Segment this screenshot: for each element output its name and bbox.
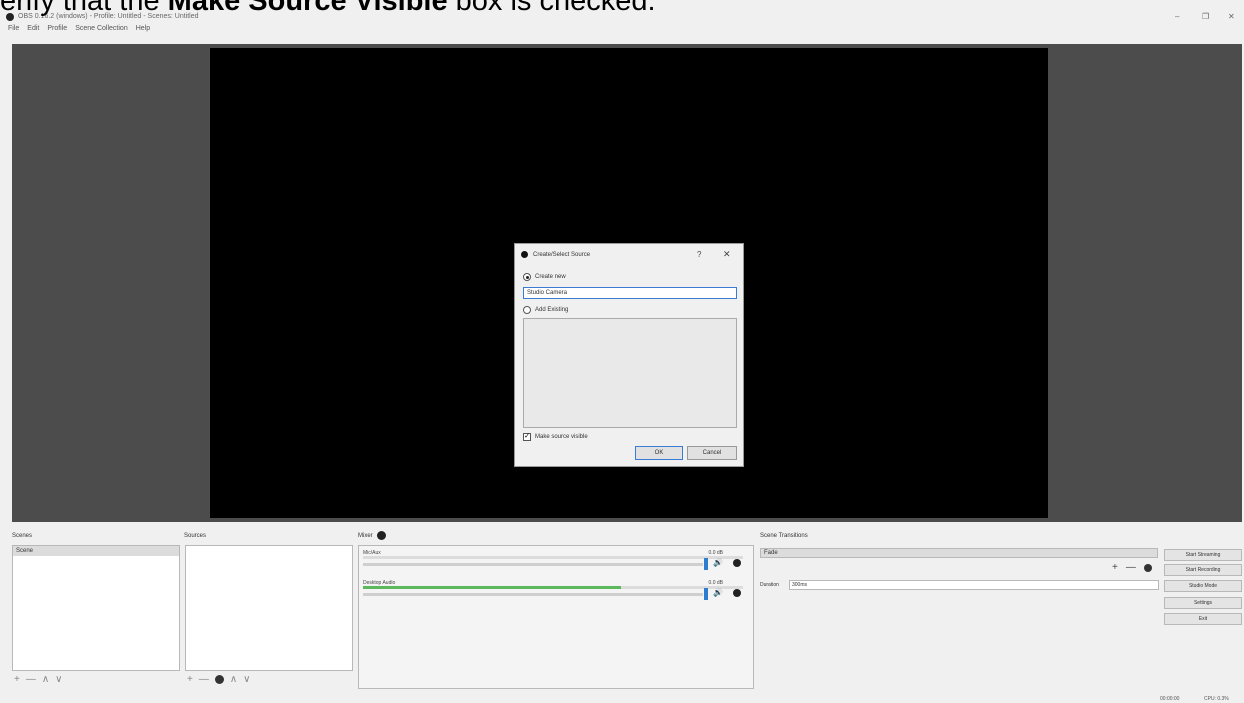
gear-icon[interactable] <box>733 559 741 567</box>
close-window-button[interactable]: ✕ <box>1228 12 1235 21</box>
volume-meter <box>363 556 743 559</box>
audio-mixer: Mic/Aux 0.0 dB 🔊 Desktop Audio 0.0 dB 🔊 <box>358 545 754 689</box>
status-time: 00:00:00 <box>1160 696 1180 702</box>
volume-slider[interactable] <box>363 563 703 566</box>
restore-button[interactable]: ❐ <box>1202 12 1209 21</box>
cancel-button[interactable]: Cancel <box>687 446 737 460</box>
add-scene-button[interactable]: + <box>14 674 20 685</box>
make-source-visible-checkbox[interactable]: ✓ <box>523 433 531 441</box>
volume-meter-fill <box>363 586 622 589</box>
caption-suffix: box is checked. <box>447 0 656 17</box>
source-properties-icon[interactable] <box>214 674 224 684</box>
move-scene-down-button[interactable]: ∨ <box>55 674 62 685</box>
list-item[interactable]: Scene <box>13 546 179 556</box>
speaker-icon[interactable]: 🔊 <box>713 558 723 567</box>
menu-help[interactable]: Help <box>136 25 150 37</box>
duration-input[interactable]: 300ms <box>789 580 1159 590</box>
menu-edit[interactable]: Edit <box>27 25 39 37</box>
obs-logo-icon <box>521 251 528 258</box>
menu-scene-collection[interactable]: Scene Collection <box>75 25 128 37</box>
speaker-icon[interactable]: 🔊 <box>713 588 723 597</box>
volume-slider-handle[interactable] <box>704 588 708 600</box>
minimize-button[interactable]: – <box>1175 12 1179 21</box>
add-source-button[interactable]: + <box>187 674 193 685</box>
existing-sources-list[interactable] <box>523 318 737 428</box>
scenes-list[interactable]: Scene <box>12 545 180 671</box>
exit-button[interactable]: Exit <box>1164 613 1242 625</box>
menu-file[interactable]: File <box>8 25 19 37</box>
source-name-input[interactable]: Studio Camera <box>523 287 737 299</box>
gear-icon[interactable] <box>733 589 741 597</box>
volume-slider-handle[interactable] <box>704 558 708 570</box>
scenes-toolbar: + — ∧ ∨ <box>14 672 63 686</box>
sources-toolbar: + — ∧ ∨ <box>187 672 251 686</box>
obs-window: erify that the Make Source Visible box i… <box>0 0 1244 703</box>
caption-bold: Make Source Visible <box>167 0 448 17</box>
transition-toolbar: + — <box>1112 562 1152 573</box>
scenes-dock-title: Scenes <box>12 533 33 539</box>
remove-scene-button[interactable]: — <box>26 674 36 685</box>
transition-select[interactable]: Fade <box>760 548 1158 558</box>
move-source-down-button[interactable]: ∨ <box>243 674 250 685</box>
caption-prefix: erify that the <box>0 0 168 17</box>
sources-dock-title: Sources <box>184 533 207 539</box>
instruction-caption: erify that the Make Source Visible box i… <box>0 0 656 16</box>
mixer-settings-icon[interactable] <box>377 531 386 540</box>
remove-transition-button[interactable]: — <box>1126 562 1136 573</box>
dialog-title: Create/Select Source <box>533 252 591 258</box>
status-cpu: CPU: 0.3% <box>1204 696 1229 702</box>
start-recording-button[interactable]: Start Recording <box>1164 564 1242 576</box>
ok-button[interactable]: OK <box>635 446 683 460</box>
create-new-label: Create new <box>535 274 566 280</box>
remove-source-button[interactable]: — <box>199 674 209 685</box>
create-new-radio[interactable] <box>523 273 531 281</box>
move-source-up-button[interactable]: ∧ <box>230 674 237 685</box>
sources-list[interactable] <box>185 545 353 671</box>
volume-meter <box>363 586 743 589</box>
settings-button[interactable]: Settings <box>1164 597 1242 609</box>
transitions-dock-title: Scene Transitions <box>760 533 808 539</box>
dialog-close-button[interactable]: ✕ <box>723 249 731 260</box>
menu-profile[interactable]: Profile <box>47 25 67 37</box>
add-existing-radio[interactable] <box>523 306 531 314</box>
add-existing-label: Add Existing <box>535 307 569 313</box>
add-transition-button[interactable]: + <box>1112 562 1118 573</box>
start-streaming-button[interactable]: Start Streaming <box>1164 549 1242 561</box>
mixer-dock-title: Mixer <box>358 533 373 539</box>
menu-bar: File Edit Profile Scene Collection Help <box>8 25 150 37</box>
duration-label: Duration <box>760 582 779 588</box>
create-select-source-dialog: Create/Select Source ? ✕ Create new Stud… <box>514 243 744 467</box>
studio-mode-button[interactable]: Studio Mode <box>1164 580 1242 592</box>
make-source-visible-label: Make source visible <box>535 434 588 440</box>
gear-icon[interactable] <box>1143 563 1152 572</box>
volume-slider[interactable] <box>363 593 703 596</box>
help-button[interactable]: ? <box>697 250 701 259</box>
move-scene-up-button[interactable]: ∧ <box>42 674 49 685</box>
